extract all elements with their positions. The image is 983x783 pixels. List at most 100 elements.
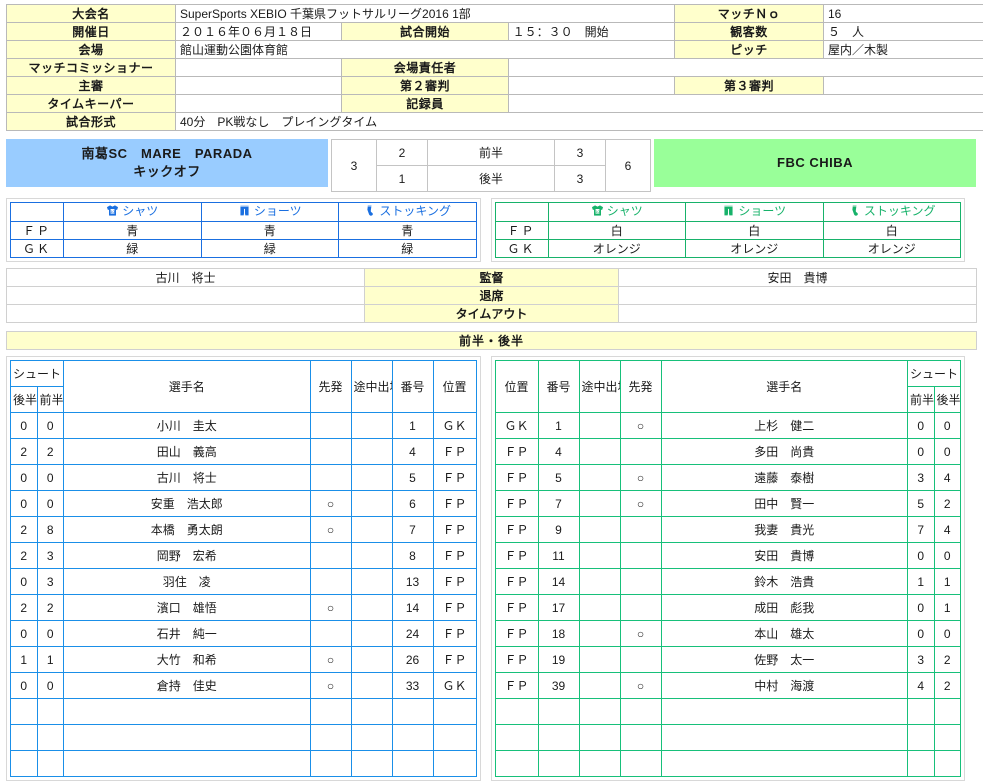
- home-player-name: 石井 純一: [63, 620, 311, 647]
- away-sub-header: 途中出場: [578, 360, 621, 413]
- home-shoot-first-half: 1: [36, 646, 64, 673]
- first-half-label: 前半: [427, 139, 555, 166]
- home-player-position: [432, 698, 477, 725]
- halves-banner: 前半・後半: [6, 331, 977, 350]
- kit-corner-cell: [10, 202, 64, 222]
- away-first-half-score: 3: [554, 139, 606, 166]
- home-kit-header-3: ストッキング: [338, 202, 477, 222]
- home-player-position: ＦＰ: [432, 464, 477, 491]
- info-value: １５：３０ 開始: [507, 22, 676, 41]
- table-row: 0 0 石井 純一 24 ＦＰ: [10, 620, 477, 647]
- away-shoot-second-half: [933, 750, 961, 777]
- staff-away-value: [618, 304, 977, 323]
- info-label: 会場: [6, 40, 176, 59]
- away-team-box: FBC CHIBA: [654, 139, 976, 187]
- table-row: 0 3 羽住 凌 13 ＦＰ: [10, 568, 477, 595]
- away-kit-table: 10 シャツ ショーツ ストッキング ＦＰ 白白白 ＧＫ オレンジ オレンジ オレンジ: [494, 202, 962, 258]
- away-player-number: 4: [537, 438, 580, 465]
- info-value: 屋内／木製: [823, 40, 983, 59]
- away-shoot-first-half: 0: [907, 542, 935, 569]
- svg-text:10: 10: [110, 209, 115, 214]
- home-player-position: [432, 750, 477, 777]
- table-row: 2 2 濱口 雄悟 ○ 14 ＦＰ: [10, 594, 477, 621]
- away-player-position: [494, 698, 539, 725]
- match-info-section: 大会名 SuperSports XEBIO 千葉県フットサルリーグ2016 1部マ…: [0, 0, 983, 131]
- away-shoot-second-half: 0: [933, 438, 961, 465]
- home-shoot-second-half: 0: [10, 464, 38, 491]
- away-shoot-second-half: 2: [933, 672, 961, 699]
- info-value: [174, 76, 343, 95]
- kit-header-label: ショーツ: [738, 204, 787, 218]
- away-starter-header: 先発: [619, 360, 662, 413]
- home-shoot-second-half: [10, 750, 38, 777]
- away-shoot-second-half: 2: [933, 490, 961, 517]
- table-row: 1 1 大竹 和希 ○ 26 ＦＰ: [10, 646, 477, 673]
- home-player-number: 14: [391, 594, 434, 621]
- away-player-name: [660, 698, 908, 725]
- away-player-number: 9: [537, 516, 580, 543]
- away-shoot-second-half: 1: [933, 594, 961, 621]
- home-shoot-second-half: 0: [10, 620, 38, 647]
- shorts-icon: [722, 204, 735, 221]
- away-roster-table: 位置番号途中出場先発選手名シュート前半後半ＧＫ1○上杉 健二00ＦＰ4多田 尚貴…: [494, 360, 961, 777]
- home-starter-mark: [309, 438, 352, 465]
- home-player-number: 13: [391, 568, 434, 595]
- away-kit-shorts-gk: オレンジ: [685, 239, 824, 258]
- home-sub-mark: [350, 620, 393, 647]
- home-player-number: 24: [391, 620, 434, 647]
- table-row: [10, 698, 477, 725]
- rosters-section: シュート選手名先発途中出場番号位置後半前半00小川 圭太1ＧＫ22田山 義高4Ｆ…: [0, 350, 971, 781]
- home-kit-shorts-fp: 青: [200, 221, 339, 240]
- away-player-number: 14: [537, 568, 580, 595]
- table-row: [10, 724, 477, 751]
- home-starter-mark: [309, 568, 352, 595]
- home-shoot-second-half: 2: [10, 516, 38, 543]
- home-shoot-first-half: 0: [36, 412, 64, 439]
- away-sub-mark: [578, 698, 621, 725]
- table-row: ＦＰ 19 佐野 太一 3 2: [494, 646, 961, 673]
- home-shoot-first-half: 3: [36, 542, 64, 569]
- away-player-position: ＧＫ: [494, 412, 539, 439]
- away-shoot-group-header: シュート: [907, 360, 961, 387]
- home-player-position: ＦＰ: [432, 568, 477, 595]
- away-player-number: [537, 724, 580, 751]
- home-sub-mark: [350, 724, 393, 751]
- home-player-name-header: 選手名: [63, 360, 311, 413]
- home-player-number: 33: [391, 672, 434, 699]
- home-player-name: 小川 圭太: [63, 412, 311, 439]
- table-row: ＦＰ 14 鈴木 浩貴 1 1: [494, 568, 961, 595]
- staff-row: タイムアウト: [6, 304, 977, 323]
- away-player-name: 我妻 貴光: [660, 516, 908, 543]
- away-player-number: [537, 750, 580, 777]
- home-kit-header-2: ショーツ: [200, 202, 339, 222]
- home-shoot-second-half: 2: [10, 542, 38, 569]
- away-shoot-first-half-header: 前半: [907, 386, 935, 413]
- away-position-header: 位置: [494, 360, 539, 413]
- away-roster-panel: 位置番号途中出場先発選手名シュート前半後半ＧＫ1○上杉 健二00ＦＰ4多田 尚貴…: [490, 356, 965, 781]
- match-info-row: タイムキーパー 記録員: [6, 94, 983, 113]
- table-row: [10, 750, 477, 777]
- home-shoot-second-half-header: 後半: [10, 386, 38, 413]
- away-shoot-second-half: 4: [933, 516, 961, 543]
- home-starter-header: 先発: [309, 360, 352, 413]
- kit-header-label: シャツ: [122, 204, 159, 218]
- home-player-number: [391, 724, 434, 751]
- home-player-name: 本橋 勇太朗: [63, 516, 311, 543]
- home-player-position: ＦＰ: [432, 646, 477, 673]
- away-shoot-second-half: 0: [933, 542, 961, 569]
- home-sub-mark: [350, 516, 393, 543]
- home-player-number: 5: [391, 464, 434, 491]
- home-player-name: [63, 724, 311, 751]
- table-row: 0 0 古川 将士 5 ＦＰ: [10, 464, 477, 491]
- away-shoot-second-half: [933, 698, 961, 725]
- home-player-number: 1: [391, 412, 434, 439]
- kit-row: ＧＫ オレンジ オレンジ オレンジ: [494, 239, 961, 258]
- away-player-name: 安田 貴博: [660, 542, 908, 569]
- info-label: 会場責任者: [341, 58, 509, 77]
- kit-header-label: ストッキング: [379, 204, 452, 218]
- away-starter-mark: [619, 750, 662, 777]
- home-shoot-second-half: 0: [10, 412, 38, 439]
- staff-label: 監督: [364, 268, 619, 287]
- match-info-row: マッチコミッショナー 会場責任者: [6, 58, 983, 77]
- shirt-icon: 10: [106, 204, 119, 221]
